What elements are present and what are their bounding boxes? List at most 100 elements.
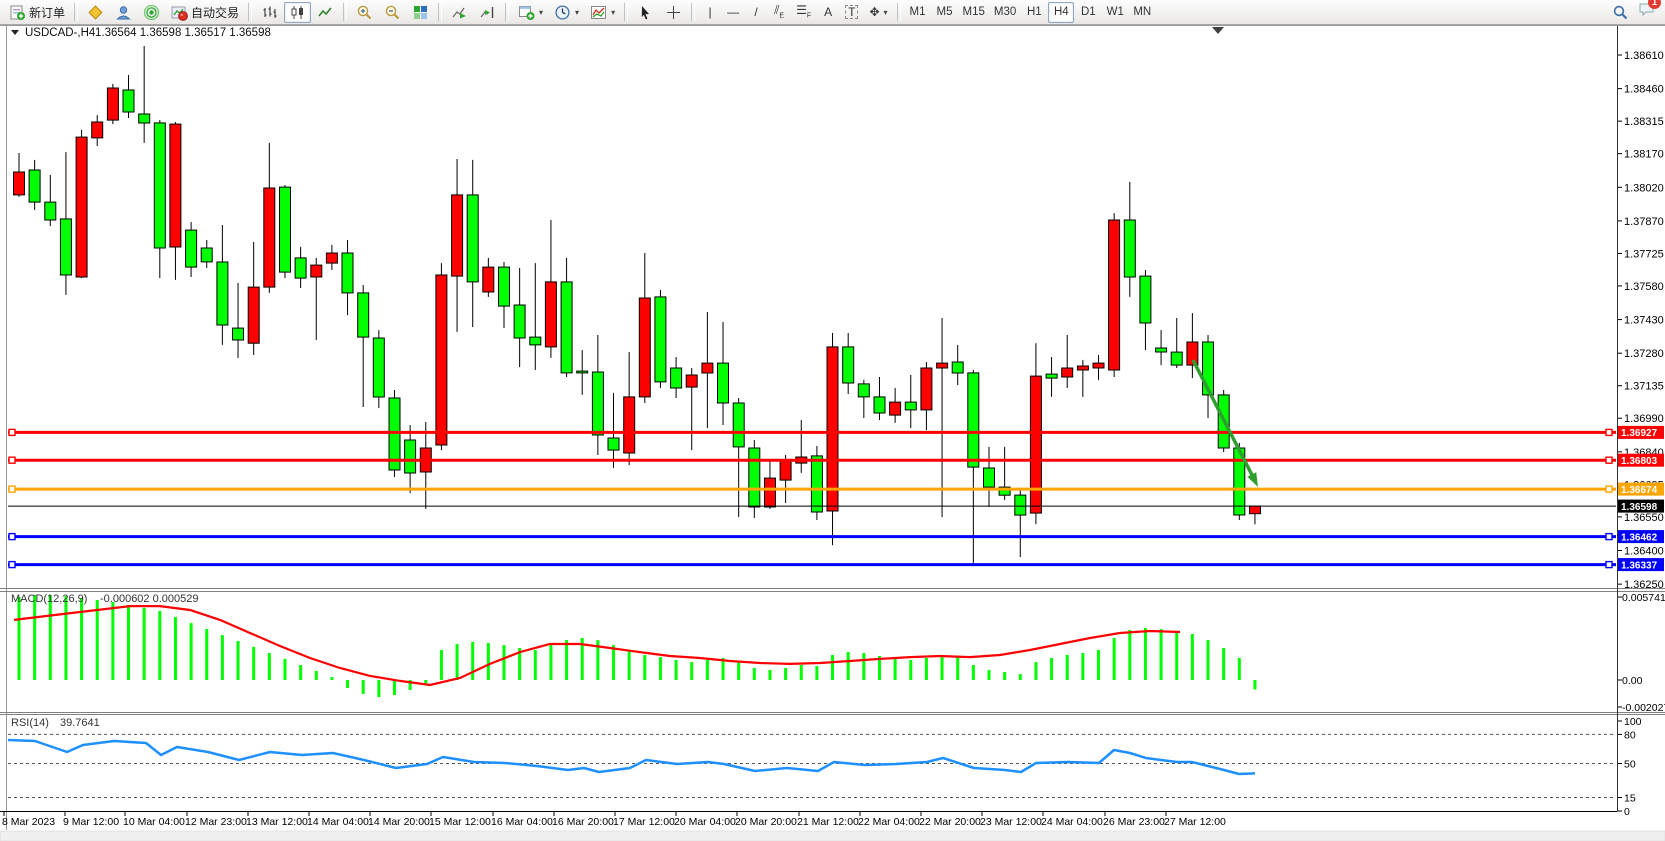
time-tick-label: 20 Mar 20:00 (735, 816, 797, 828)
candle-bearish (123, 90, 134, 112)
candle-bearish (1140, 276, 1151, 323)
candle-bearish (718, 363, 729, 403)
time-tick-label: 10 Mar 04:00 (123, 816, 185, 828)
candle-bearish (968, 373, 979, 467)
line-handle[interactable] (9, 534, 15, 540)
price-tick-label: 1.37870 (1624, 216, 1664, 228)
candle-bearish (405, 440, 416, 473)
rsi-axis-label: 80 (1624, 729, 1636, 741)
candle-bullish (624, 397, 635, 453)
candle-bearish (467, 195, 478, 282)
price-tick-label: 1.38460 (1624, 84, 1664, 96)
line-handle[interactable] (1606, 562, 1612, 568)
price-tick-label: 1.37280 (1624, 348, 1664, 360)
candle-bearish (1171, 352, 1182, 365)
rsi-axis-label: 50 (1624, 759, 1636, 771)
time-tick-label: 24 Mar 04:00 (1041, 816, 1103, 828)
time-tick-label: 21 Mar 12:00 (797, 816, 859, 828)
candle-bullish (436, 275, 447, 445)
candle-bearish (749, 448, 760, 507)
price-tick-label: 1.37430 (1624, 315, 1664, 327)
candle-bullish (170, 124, 181, 247)
time-tick-label: 20 Mar 04:00 (674, 816, 736, 828)
price-tick-label: 1.36550 (1624, 512, 1664, 524)
candle-bullish (1250, 506, 1261, 514)
price-tick-label: 1.37725 (1624, 248, 1664, 260)
candle-bearish (342, 253, 353, 293)
price-tick-label: 1.36400 (1624, 546, 1664, 558)
line-handle[interactable] (1606, 429, 1612, 435)
candle-bearish (671, 368, 682, 388)
candle-bullish (921, 368, 932, 410)
candle-bullish (1077, 366, 1088, 370)
time-tick-label: 22 Mar 04:00 (858, 816, 920, 828)
candle-bearish (154, 123, 165, 248)
candle-bearish (280, 187, 291, 272)
candle-bullish (702, 363, 713, 373)
rsi-value: 39.7641 (60, 717, 100, 729)
trading-terminal: 新订单 自动交易 (0, 0, 1665, 841)
candle-bearish (295, 258, 306, 278)
candle-bullish (545, 282, 556, 347)
line-handle[interactable] (1606, 486, 1612, 492)
candle-bearish (499, 267, 510, 306)
price-tick-label: 1.36990 (1624, 413, 1664, 425)
candle-bullish (1062, 368, 1073, 377)
candle-bearish (811, 456, 822, 512)
time-tick-label: 26 Mar 23:00 (1103, 816, 1165, 828)
candle-bearish (874, 397, 885, 413)
rsi-axis-label: 0 (1624, 806, 1630, 818)
candle-bullish (937, 363, 948, 368)
candle-bearish (577, 371, 588, 373)
candle-bearish (186, 230, 197, 267)
price-tag-label: 1.36803 (1621, 456, 1658, 467)
chart-area[interactable]: USDCAD-,H4 1.36564 1.36598 1.36517 1.365… (0, 0, 1665, 841)
line-handle[interactable] (9, 429, 15, 435)
candle-bullish (1030, 376, 1041, 513)
candle-bullish (92, 122, 103, 138)
macd-label: MACD(12,26,9) (11, 593, 87, 605)
candle-bullish (264, 188, 275, 287)
candle-bearish (201, 248, 212, 262)
line-handle[interactable] (9, 562, 15, 568)
time-tick-label: 9 Mar 12:00 (63, 816, 119, 828)
candle-bullish (107, 88, 118, 120)
time-tick-label: 16 Mar 20:00 (552, 816, 614, 828)
candle-bearish (655, 297, 666, 382)
rsi-axis-label: 100 (1624, 716, 1642, 728)
line-handle[interactable] (9, 486, 15, 492)
rsi-axis-label: 15 (1624, 793, 1636, 805)
candle-bearish (561, 282, 572, 373)
price-tag-label: 1.36674 (1621, 485, 1658, 496)
macd-axis-label: 0.005741 (1622, 592, 1665, 604)
candle-bullish (780, 460, 791, 480)
candle-bearish (45, 202, 56, 220)
candle-bearish (1046, 374, 1057, 378)
candle-bullish (452, 195, 463, 276)
time-tick-label: 16 Mar 04:00 (491, 816, 553, 828)
line-handle[interactable] (1606, 457, 1612, 463)
candle-bullish (827, 347, 838, 511)
price-tick-label: 1.37135 (1624, 381, 1664, 393)
price-tick-label: 1.38020 (1624, 182, 1664, 194)
candle-bearish (984, 468, 995, 487)
candle-bearish (139, 114, 150, 123)
price-tag-label: 1.36598 (1621, 502, 1658, 513)
price-tick-label: 1.38315 (1624, 116, 1664, 128)
candle-bullish (76, 137, 87, 277)
line-handle[interactable] (9, 457, 15, 463)
time-tick-label: 12 Mar 23:00 (185, 816, 247, 828)
price-tag-label: 1.36927 (1621, 428, 1658, 439)
candle-bearish (858, 384, 869, 397)
time-tick-label: 15 Mar 12:00 (429, 816, 491, 828)
candle-bearish (952, 362, 963, 373)
price-tick-label: 1.37580 (1624, 281, 1664, 293)
chart-ohlc-values: 1.36564 1.36598 1.36517 1.36598 (95, 27, 271, 39)
time-tick-label: 8 Mar 2023 (2, 816, 55, 828)
price-tag-label: 1.36462 (1621, 532, 1658, 543)
time-tick-label: 22 Mar 20:00 (919, 816, 981, 828)
candle-bearish (1156, 348, 1167, 352)
macd-axis-label: 0.00 (1622, 675, 1643, 687)
candle-bearish (530, 337, 541, 345)
line-handle[interactable] (1606, 534, 1612, 540)
